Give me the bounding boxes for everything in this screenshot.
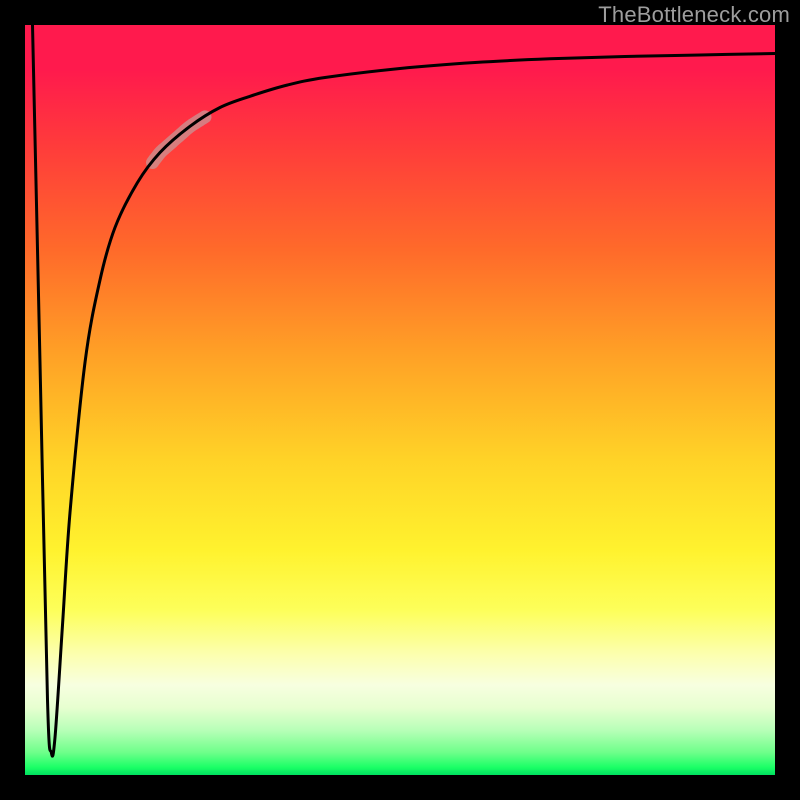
plot-area [25,25,775,775]
curve-svg [25,25,775,775]
chart-canvas: TheBottleneck.com [0,0,800,800]
bottleneck-curve-line [33,25,776,756]
watermark-text: TheBottleneck.com [598,2,790,28]
curve-highlight-segment [153,117,206,163]
